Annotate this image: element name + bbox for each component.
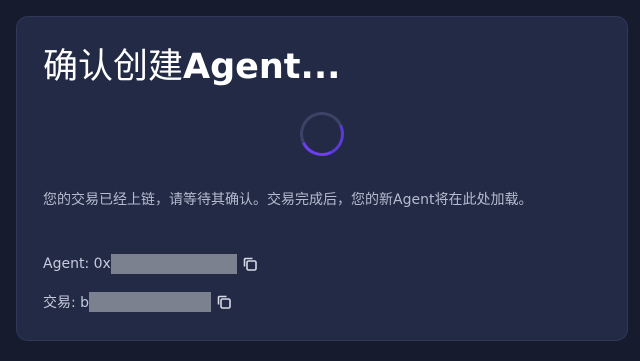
agent-address-redacted [110,254,237,274]
dialog-title: 确认创建Agent... [43,45,340,89]
transaction-hash-redacted [89,292,212,312]
dialog-title-en: Agent... [183,47,341,87]
dialog-title-cn: 确认创建 [43,47,184,87]
transaction-hash-row: 交易: b [43,291,233,313]
loading-spinner-icon [293,105,351,163]
copy-icon[interactable] [241,255,259,273]
copy-icon[interactable] [215,293,233,311]
confirm-dialog: 确认创建Agent... 您的交易已经上链，请等待其确认。交易完成后，您的新Ag… [16,16,628,341]
agent-address-label: Agent: 0x [43,256,111,272]
transaction-hash-label: 交易: b [43,295,90,311]
status-description: 您的交易已经上链，请等待其确认。交易完成后，您的新Agent将在此处加载。 [43,192,533,208]
agent-address-row: Agent: 0x [43,253,259,275]
